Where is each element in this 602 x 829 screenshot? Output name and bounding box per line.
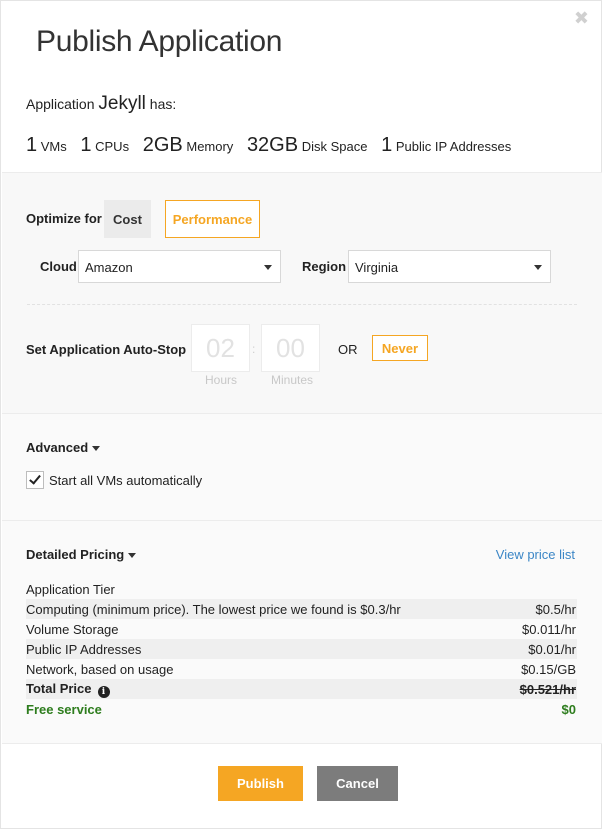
pricing-table: Application Tier Computing (minimum pric…	[26, 579, 577, 719]
view-price-list-link[interactable]: View price list	[496, 547, 575, 562]
optimize-cost-button[interactable]: Cost	[104, 200, 151, 238]
price-row: Computing (minimum price). The lowest pr…	[26, 599, 577, 619]
minutes-label: Minutes	[271, 373, 314, 387]
divider	[2, 743, 602, 744]
autostop-minutes-input[interactable]: 00	[261, 324, 320, 372]
free-service-label: Free service	[26, 701, 102, 717]
resource-disk: 32GB Disk Space	[246, 134, 368, 156]
price-row: Volume Storage $0.011/hr	[26, 621, 576, 637]
publish-dialog: ✖ Publish Application Application Jekyll…	[0, 0, 602, 829]
publish-button[interactable]: Publish	[218, 766, 303, 801]
region-label: Region	[302, 259, 347, 274]
optimize-performance-button[interactable]: Performance	[165, 200, 260, 238]
resource-cpus: 1 CPUs	[80, 134, 130, 156]
resource-public-ip: 1 Public IP Addresses	[381, 134, 512, 156]
advanced-toggle[interactable]: Advanced	[26, 440, 101, 455]
application-name: Jekyll	[98, 93, 146, 114]
close-icon[interactable]: ✖	[574, 9, 589, 27]
dialog-title: Publish Application	[36, 25, 283, 58]
application-prefix: Application	[26, 96, 95, 112]
chevron-down-icon	[534, 265, 542, 270]
divider	[2, 172, 602, 173]
start-vms-label: Start all VMs automatically	[49, 473, 203, 488]
cloud-label: Cloud	[40, 259, 77, 274]
chevron-down-icon	[264, 265, 272, 270]
application-summary: Application Jekyll has:	[26, 93, 176, 115]
dashed-divider	[27, 304, 577, 305]
optimize-label: Optimize for	[26, 211, 102, 226]
autostop-hours-input[interactable]: 02	[191, 324, 250, 372]
info-icon[interactable]: i	[97, 685, 110, 698]
total-price-value: $0.521/hr	[519, 681, 576, 697]
total-price-label: Total Price	[26, 680, 92, 696]
resource-vms: 1 VMs	[26, 134, 67, 156]
price-row: Network, based on usage $0.15/GB	[26, 661, 576, 677]
resource-summary: 1 VMs 1 CPUs 2GB Memory 32GB Disk Space …	[26, 134, 521, 157]
never-button[interactable]: Never	[372, 335, 428, 361]
detailed-pricing-toggle[interactable]: Detailed Pricing	[26, 547, 137, 562]
autostop-label: Set Application Auto-Stop	[26, 342, 187, 357]
cloud-select[interactable]: Amazon	[78, 250, 281, 283]
hours-label: Hours	[205, 373, 238, 387]
free-service-value: $0	[561, 701, 576, 717]
region-select-value: Virginia	[355, 260, 399, 275]
or-text: OR	[338, 342, 358, 357]
price-row: Public IP Addresses $0.01/hr	[26, 639, 577, 659]
start-vms-checkbox[interactable]	[26, 471, 44, 489]
checkmark-icon	[29, 472, 41, 485]
application-suffix: has:	[149, 96, 177, 112]
resource-memory: 2GB Memory	[142, 134, 234, 156]
price-row: Application Tier	[26, 581, 115, 597]
total-price-row: Total Price i $0.521/hr	[26, 679, 577, 699]
advanced-section	[2, 414, 602, 520]
chevron-down-icon	[128, 553, 137, 559]
time-separator: :	[252, 342, 256, 356]
cloud-select-value: Amazon	[85, 260, 133, 275]
region-select[interactable]: Virginia	[348, 250, 551, 283]
free-service-row: Free service $0	[26, 699, 577, 719]
chevron-down-icon	[92, 446, 101, 452]
cancel-button[interactable]: Cancel	[317, 766, 398, 801]
